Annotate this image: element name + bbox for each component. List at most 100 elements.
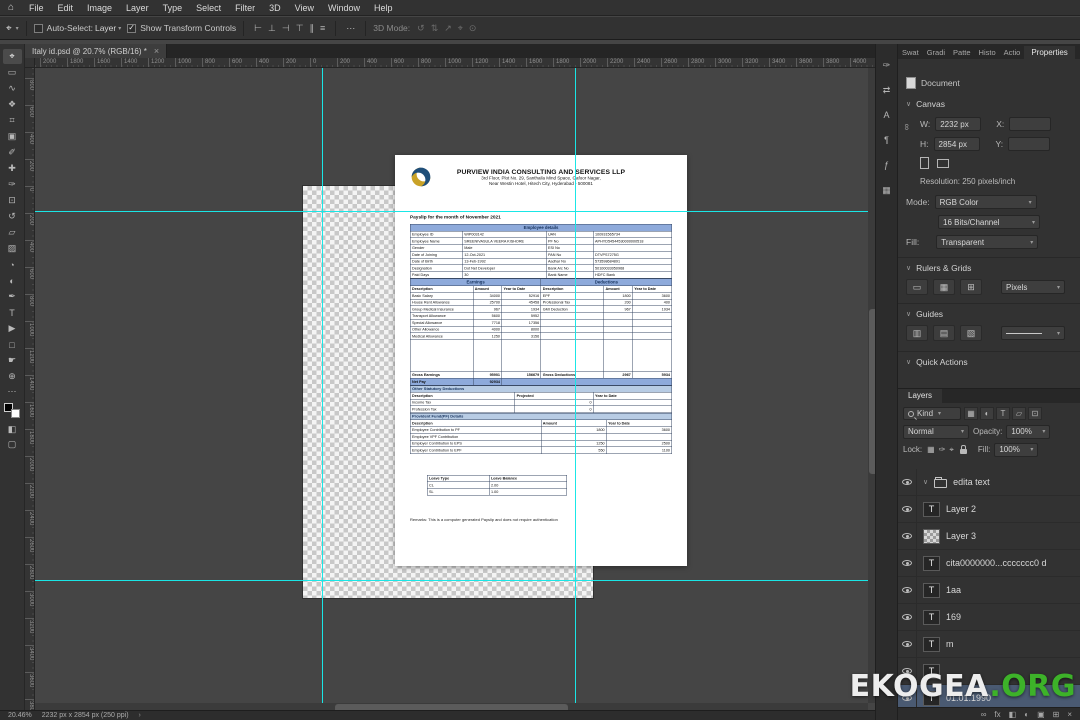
filter-pixel-layers-icon[interactable]: ▦ bbox=[964, 407, 978, 420]
align-icon[interactable]: ⊤ bbox=[293, 23, 307, 34]
layer-row[interactable]: ∨ edita text bbox=[898, 469, 1080, 496]
character-panel-icon[interactable]: A bbox=[879, 108, 895, 122]
layer-thumbnail[interactable]: T bbox=[923, 555, 940, 571]
visibility-toggle[interactable] bbox=[898, 522, 917, 550]
layer-row[interactable]: T 169 bbox=[898, 603, 1080, 631]
horizontal-ruler[interactable]: 2000 1800 1600 1400 1200 1000 800 600 400 200 0 200… bbox=[35, 58, 875, 68]
canvas-fill-select[interactable]: Transparent ▾ bbox=[936, 235, 1039, 249]
landscape-orientation-icon[interactable] bbox=[937, 158, 949, 168]
x-field[interactable] bbox=[1009, 117, 1052, 131]
blur-tool[interactable]: ◔ bbox=[3, 257, 22, 272]
visibility-toggle[interactable] bbox=[898, 603, 917, 631]
glyphs-panel-icon[interactable]: ƒ bbox=[879, 158, 895, 172]
adjustment-layer-icon[interactable]: ◐ bbox=[1024, 710, 1029, 719]
y-field[interactable] bbox=[1008, 137, 1051, 151]
path-selection-tool[interactable]: ▶ bbox=[3, 321, 22, 336]
toggle-rulers-icon[interactable]: ▭ bbox=[906, 279, 928, 295]
panel-tab-swat[interactable]: Swat bbox=[898, 46, 923, 59]
crop-tool[interactable]: ⌗ bbox=[3, 113, 22, 128]
menu-type[interactable]: Type bbox=[156, 0, 190, 16]
menu-edit[interactable]: Edit bbox=[51, 0, 81, 16]
lock-all-icon[interactable] bbox=[959, 445, 967, 454]
3d-mode-icon[interactable]: ⊙ bbox=[466, 23, 480, 34]
panel-tab-histo[interactable]: Histo bbox=[975, 46, 1000, 59]
healing-brush-tool[interactable]: ✚ bbox=[3, 161, 22, 176]
libraries-panel-icon[interactable]: ▦ bbox=[879, 183, 895, 197]
rulers-grids-header[interactable]: ∨ Rulers & Grids bbox=[906, 263, 971, 273]
3d-mode-icon[interactable]: ↗ bbox=[441, 23, 455, 34]
marquee-tool[interactable]: ▭ bbox=[3, 65, 22, 80]
align-icon[interactable]: ⊢ bbox=[251, 23, 265, 34]
move-tool-icon[interactable]: ⌖ bbox=[6, 23, 12, 34]
expand-group-icon[interactable]: ∨ bbox=[923, 478, 928, 486]
canvas-area[interactable]: PURVIEW INDIA CONSULTING AND SERVICES LL… bbox=[35, 68, 875, 710]
panel-tab-patte[interactable]: Patte bbox=[949, 46, 975, 59]
bit-depth-select[interactable]: 16 Bits/Channel ▾ bbox=[938, 215, 1040, 229]
vertical-ruler[interactable]: 800 600 400 200 0 200 400 600 800 1000 1200 1400 160… bbox=[25, 68, 35, 710]
clear-guides-icon[interactable]: ▧ bbox=[960, 325, 982, 341]
panel-tab-gradi[interactable]: Gradi bbox=[923, 46, 949, 59]
visibility-toggle[interactable] bbox=[898, 630, 917, 658]
collapse-panels-icon[interactable]: « bbox=[1075, 48, 1080, 59]
link-dimensions-icon[interactable]: ∞ bbox=[902, 124, 912, 130]
color-swatches[interactable] bbox=[4, 403, 20, 418]
arrange-panel-icon[interactable]: ⇄ bbox=[879, 83, 895, 97]
menu-help[interactable]: Help bbox=[367, 0, 400, 16]
tab-layers[interactable]: Layers bbox=[898, 389, 943, 403]
filter-type-layers-icon[interactable]: T bbox=[996, 407, 1010, 420]
menu-select[interactable]: Select bbox=[189, 0, 228, 16]
document-tab[interactable]: Italy id.psd @ 20.7% (RGB/16) * × bbox=[25, 44, 168, 58]
opacity-field[interactable]: 100% ▾ bbox=[1006, 424, 1051, 439]
payslip-layer[interactable]: PURVIEW INDIA CONSULTING AND SERVICES LL… bbox=[395, 155, 687, 566]
align-icon[interactable]: ∥ bbox=[307, 23, 318, 34]
guide-horizontal-1[interactable] bbox=[35, 211, 875, 212]
menu-file[interactable]: File bbox=[22, 0, 51, 16]
layer-group-icon[interactable]: ▣ bbox=[1037, 710, 1045, 719]
3d-mode-icon[interactable]: ↺ bbox=[414, 23, 428, 34]
align-icon[interactable]: ≡ bbox=[317, 23, 328, 34]
delete-layer-icon[interactable]: × bbox=[1067, 710, 1072, 719]
visibility-toggle[interactable] bbox=[898, 549, 917, 577]
guide-horizontal-2[interactable] bbox=[35, 580, 875, 581]
guides-header[interactable]: ∨ Guides bbox=[906, 309, 943, 319]
quick-selection-tool[interactable]: ❖ bbox=[3, 97, 22, 112]
layer-row[interactable]: Tm bbox=[898, 630, 1080, 658]
status-options-icon[interactable]: › bbox=[139, 712, 141, 719]
toggle-guides-icon[interactable]: ▥ bbox=[906, 325, 928, 341]
eyedropper-tool[interactable]: ✐ bbox=[3, 145, 22, 160]
canvas-section-header[interactable]: ∨ Canvas bbox=[906, 99, 945, 109]
align-icon[interactable]: ⊥ bbox=[265, 23, 279, 34]
menu-filter[interactable]: Filter bbox=[228, 0, 262, 16]
clone-stamp-tool[interactable]: ⊡ bbox=[3, 193, 22, 208]
more-options-icon[interactable]: ⋯ bbox=[343, 23, 358, 34]
layer-row[interactable]: T 1aa bbox=[898, 576, 1080, 604]
history-brush-tool[interactable]: ↺ bbox=[3, 209, 22, 224]
zoom-level[interactable]: 20.46% bbox=[8, 712, 32, 719]
3d-mode-icon[interactable]: ⇅ bbox=[428, 23, 442, 34]
zoom-tool[interactable]: ⊕ bbox=[3, 369, 22, 384]
align-icon[interactable]: ⊣ bbox=[279, 23, 293, 34]
brush-tool[interactable]: ✑ bbox=[3, 177, 22, 192]
filter-smart-objects-icon[interactable]: ⊡ bbox=[1028, 407, 1042, 420]
brush-settings-panel-icon[interactable]: ✑ bbox=[879, 58, 895, 72]
vertical-scrollbar[interactable] bbox=[868, 68, 875, 703]
layer-row[interactable]: Tcita0000000...ccccccc0 d bbox=[898, 549, 1080, 577]
layer-mask-icon[interactable]: ◧ bbox=[1009, 710, 1017, 719]
width-field[interactable]: 2232 px bbox=[935, 117, 982, 131]
layer-fill-field[interactable]: 100% ▾ bbox=[994, 442, 1039, 457]
auto-select-target-select[interactable]: Layer ▾ bbox=[95, 23, 121, 33]
guide-vertical-2[interactable] bbox=[575, 68, 576, 710]
screen-mode-icon[interactable]: ▢ bbox=[3, 437, 22, 452]
link-layers-icon[interactable]: ∞ bbox=[981, 710, 987, 719]
lock-transparency-icon[interactable]: ▦ bbox=[926, 445, 936, 455]
blend-mode-select[interactable]: Normal ▾ bbox=[903, 424, 969, 439]
new-layer-icon[interactable]: ⊞ bbox=[1053, 710, 1060, 719]
auto-select-checkbox[interactable] bbox=[33, 23, 43, 33]
type-tool[interactable]: T bbox=[3, 305, 22, 320]
menu-window[interactable]: Window bbox=[321, 0, 367, 16]
document-type-row[interactable]: Document bbox=[906, 75, 1072, 91]
layer-thumbnail[interactable] bbox=[923, 528, 940, 544]
ruler-units-select[interactable]: Pixels ▾ bbox=[1001, 280, 1065, 294]
color-mode-select[interactable]: RGB Color ▾ bbox=[934, 195, 1037, 209]
toggle-pixel-grid-icon[interactable]: ⊞ bbox=[960, 279, 982, 295]
